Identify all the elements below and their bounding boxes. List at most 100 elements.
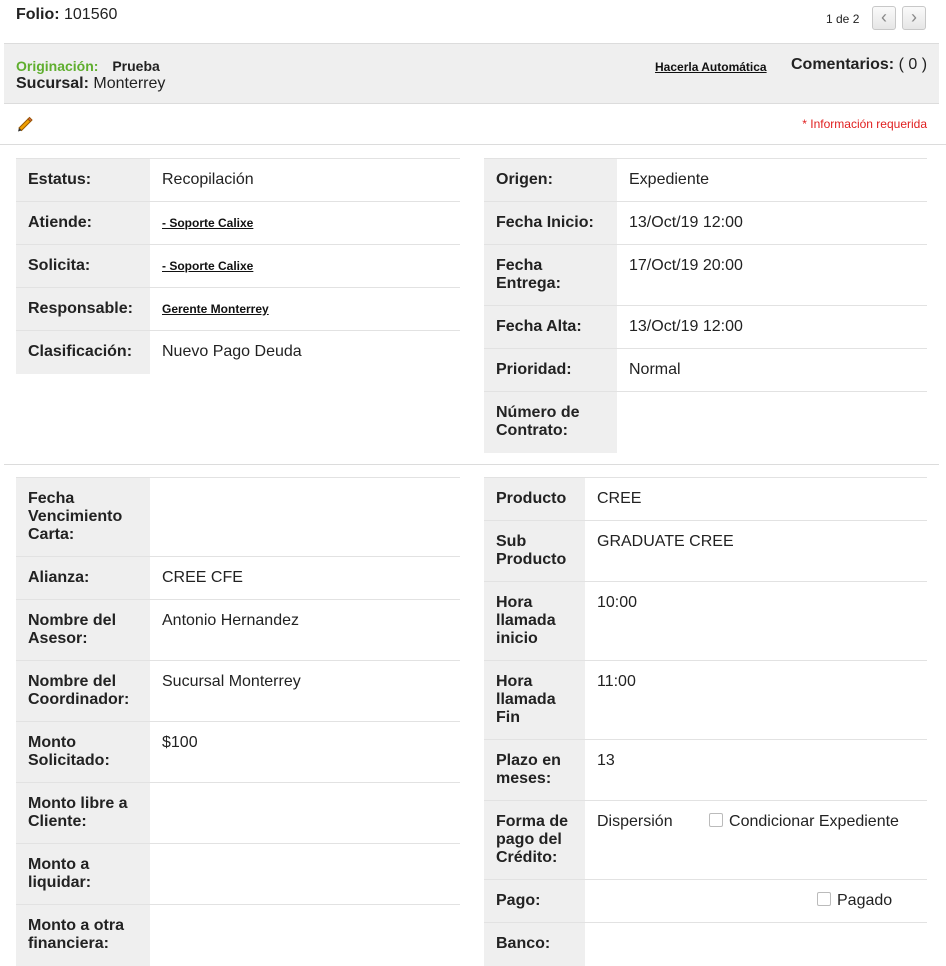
start-date-value: 13/Oct/19 12:00 — [617, 201, 927, 245]
pager-text: 1 de 2 — [826, 12, 860, 26]
field-row: Forma de pago del Crédito: Dispersión Co… — [484, 800, 927, 880]
origination-label: Originación: — [16, 58, 99, 74]
product-table: Producto CREE Sub Producto GRADUATE CREE… — [484, 477, 927, 966]
bank-value — [585, 922, 927, 966]
field-label: Clasificación: — [16, 330, 150, 374]
field-label: Hora llamada Fin — [484, 660, 585, 740]
pencil-icon[interactable] — [16, 115, 34, 133]
field-label: Forma de pago del Crédito: — [484, 800, 585, 880]
paid-option[interactable]: Pagado — [817, 892, 892, 909]
sub-product-value: GRADUATE CREE — [585, 520, 927, 582]
field-label: Estatus: — [16, 158, 150, 202]
field-label: Plazo en meses: — [484, 739, 585, 801]
status-value: Recopilación — [150, 158, 460, 202]
comments-label: Comentarios: — [791, 56, 895, 73]
field-row: Pago: Pagado — [484, 879, 927, 923]
amount-to-settle-value — [150, 843, 460, 905]
toolbar: * Información requerida — [0, 105, 946, 145]
responsible-link[interactable]: Gerente Monterrey — [162, 302, 269, 316]
field-row: Banco: — [484, 922, 927, 966]
field-label: Banco: — [484, 922, 585, 966]
paid-label: Pagado — [837, 892, 893, 909]
field-label: Monto libre a Cliente: — [16, 782, 150, 844]
condition-file-checkbox[interactable] — [709, 813, 724, 827]
payment-method-cell: Dispersión Condicionar Expediente — [585, 800, 927, 880]
top-bar: Folio: 101560 1 de 2 ‹ › — [0, 0, 946, 42]
chevron-left-icon: ‹ — [881, 7, 887, 27]
make-automatic-link[interactable]: Hacerla Automática — [655, 60, 767, 74]
origin-table: Origen: Expediente Fecha Inicio: 13/Oct/… — [484, 158, 927, 453]
field-label: Fecha Vencimiento Carta: — [16, 477, 150, 557]
other-lender-amount-value — [150, 904, 460, 966]
field-row: Sub Producto GRADUATE CREE — [484, 520, 927, 582]
requester-link[interactable]: - Soporte Calixe — [162, 259, 253, 273]
delivery-date-value: 17/Oct/19 20:00 — [617, 244, 927, 306]
field-row: Monto a liquidar: — [16, 843, 460, 905]
classification-value: Nuevo Pago Deuda — [150, 330, 460, 374]
folio-value: 101560 — [64, 6, 118, 23]
field-label: Monto Solicitado: — [16, 721, 150, 783]
field-row: Plazo en meses: 13 — [484, 739, 927, 801]
field-label: Producto — [484, 477, 585, 521]
field-row: Atiende: - Soporte Calixe — [16, 201, 460, 245]
field-label: Atiende: — [16, 201, 150, 245]
required-note: * Información requerida — [802, 117, 927, 131]
payment-method-value: Dispersión — [597, 813, 673, 830]
field-row: Hora llamada Fin 11:00 — [484, 660, 927, 740]
field-row: Fecha Entrega: 17/Oct/19 20:00 — [484, 244, 927, 306]
field-label: Monto a liquidar: — [16, 843, 150, 905]
origin-value: Expediente — [617, 158, 927, 202]
field-row: Monto libre a Cliente: — [16, 782, 460, 844]
folio-label: Folio: — [16, 6, 60, 23]
prev-page-button[interactable]: ‹ — [872, 6, 896, 30]
field-row: Hora llamada inicio 10:00 — [484, 581, 927, 661]
field-label: Monto a otra financiera: — [16, 904, 150, 966]
requested-amount-value: $100 — [150, 721, 460, 783]
contract-number-value — [617, 391, 927, 453]
branch-value: Monterrey — [93, 75, 166, 92]
field-label: Responsable: — [16, 287, 150, 331]
free-amount-value — [150, 782, 460, 844]
alliance-value: CREE CFE — [150, 556, 460, 600]
created-date-value: 13/Oct/19 12:00 — [617, 305, 927, 349]
credit-details-table: Fecha Vencimiento Carta: Alianza: CREE C… — [16, 477, 460, 966]
field-row: Monto a otra financiera: — [16, 904, 460, 966]
field-label: Solicita: — [16, 244, 150, 288]
field-row: Número de Contrato: — [484, 391, 927, 453]
field-row: Fecha Vencimiento Carta: — [16, 477, 460, 557]
field-row: Monto Solicitado: $100 — [16, 721, 460, 783]
origination-value: Prueba — [112, 58, 160, 74]
field-row: Estatus: Recopilación — [16, 158, 460, 202]
section-divider — [4, 464, 939, 465]
attends-link[interactable]: - Soporte Calixe — [162, 216, 253, 230]
call-end-value: 11:00 — [585, 660, 927, 740]
field-row: Producto CREE — [484, 477, 927, 521]
branch-label: Sucursal: — [16, 75, 89, 92]
field-label: Nombre del Coordinador: — [16, 660, 150, 722]
field-label: Fecha Entrega: — [484, 244, 617, 306]
field-label: Hora llamada inicio — [484, 581, 585, 661]
advisor-value: Antonio Hernandez — [150, 599, 460, 661]
field-label: Fecha Inicio: — [484, 201, 617, 245]
comments[interactable]: Comentarios: ( 0 ) — [791, 56, 927, 74]
field-row: Solicita: - Soporte Calixe — [16, 244, 460, 288]
condition-file-label: Condicionar Expediente — [729, 813, 899, 830]
chevron-right-icon: › — [911, 7, 917, 27]
field-row: Nombre del Coordinador: Sucursal Monterr… — [16, 660, 460, 722]
field-row: Clasificación: Nuevo Pago Deuda — [16, 330, 460, 374]
field-label: Prioridad: — [484, 348, 617, 392]
field-row: Responsable: Gerente Monterrey — [16, 287, 460, 331]
paid-checkbox[interactable] — [817, 892, 831, 906]
priority-value: Normal — [617, 348, 927, 392]
field-row: Prioridad: Normal — [484, 348, 927, 392]
field-label: Número de Contrato: — [484, 391, 617, 453]
term-months-value: 13 — [585, 739, 927, 801]
field-label: Origen: — [484, 158, 617, 202]
condition-file-option[interactable]: Condicionar Expediente — [709, 813, 899, 830]
status-table: Estatus: Recopilación Atiende: - Soporte… — [16, 158, 460, 374]
header-band: Originación: Prueba Sucursal: Monterrey … — [4, 43, 939, 104]
field-label: Pago: — [484, 879, 585, 923]
product-value: CREE — [585, 477, 927, 521]
field-row: Fecha Alta: 13/Oct/19 12:00 — [484, 305, 927, 349]
next-page-button[interactable]: › — [902, 6, 926, 30]
